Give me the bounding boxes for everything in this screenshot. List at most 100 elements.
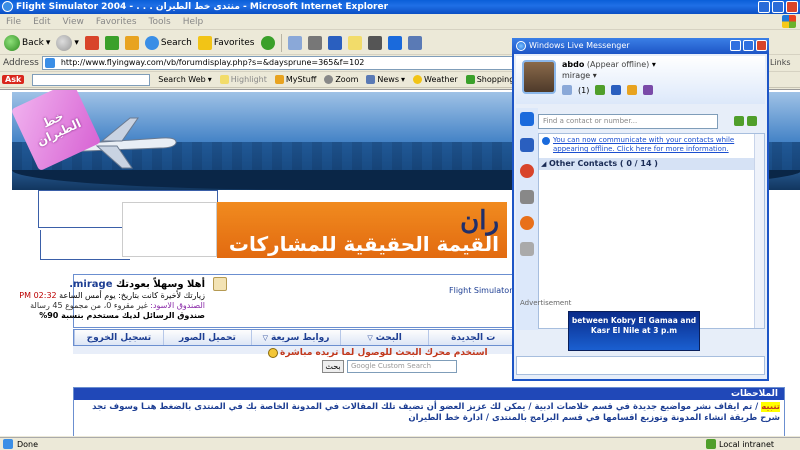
sort-icon[interactable]	[747, 116, 757, 126]
favorites-button[interactable]: Favorites	[197, 33, 255, 53]
display-name-line[interactable]: abdo (Appear offline) ▾	[562, 60, 656, 69]
spaces-icon[interactable]	[595, 85, 606, 95]
user-avatar[interactable]	[213, 277, 227, 291]
inbox-link[interactable]: الصندوق الاسود:	[148, 301, 205, 310]
tab-icon[interactable]	[520, 242, 534, 256]
tab-icon[interactable]	[520, 164, 534, 178]
forum-logo-text: خط الطيران	[34, 108, 84, 149]
username-link[interactable]: mirage.	[69, 279, 112, 290]
promo-banner[interactable]: ران القيمة الحقيقية للمشاركات	[217, 202, 507, 258]
mail-icon[interactable]	[287, 35, 302, 50]
search-icon	[144, 35, 159, 50]
contact-group-label: Other Contacts ( 0 / 14 )	[549, 159, 658, 168]
zone-text: Local intranet	[719, 439, 775, 449]
welcome-line: أهلا وسهلاً بعودتك mirage.	[69, 279, 205, 290]
weather-button[interactable]: Weather	[413, 75, 458, 84]
maximize-button[interactable]	[743, 40, 754, 51]
shopping-label: Shopping	[476, 75, 515, 84]
search-web-button[interactable]: Search Web ▾	[158, 75, 211, 84]
menu-edit[interactable]: Edit	[33, 17, 50, 27]
news-button[interactable]: News ▾	[366, 75, 405, 84]
news-icon[interactable]	[611, 85, 622, 95]
find-contact-input[interactable]: Find a contact or number...	[538, 114, 718, 129]
ie-titlebar: Flight Simulator 2004 - . . . منتدى خط ا…	[0, 0, 800, 14]
print-icon[interactable]	[307, 35, 322, 50]
close-button[interactable]	[786, 1, 798, 13]
nav-upload-label: تحميل الصور	[178, 332, 236, 343]
search-submit-button[interactable]: بحث	[322, 360, 344, 373]
chevron-down-icon[interactable]: ▾	[74, 38, 79, 48]
tab-icon[interactable]	[520, 190, 534, 204]
forward-button[interactable]: ▾	[56, 33, 79, 53]
refresh-icon[interactable]	[104, 35, 119, 50]
advertisement-banner[interactable]: between Kobry El Gamaa and Kasr El Nile …	[568, 311, 700, 351]
forum-title[interactable]: Flight Simulator	[449, 286, 512, 295]
paintbrush-icon[interactable]	[643, 85, 654, 95]
messenger-bottom-search[interactable]	[516, 356, 765, 375]
back-button[interactable]: Back ▾	[4, 33, 50, 53]
minimize-button[interactable]	[758, 1, 770, 13]
offline-info-link[interactable]: You can now communicate with your contac…	[541, 136, 761, 154]
highlight-button[interactable]: Highlight	[219, 75, 267, 84]
minimize-button[interactable]	[730, 40, 741, 51]
presence-status: (Appear offline)	[586, 60, 650, 69]
nav-logout[interactable]: تسجيل الخروج	[74, 330, 163, 345]
address-label: Address	[3, 58, 39, 68]
menu-tools[interactable]: Tools	[149, 17, 171, 27]
display-name: abdo	[562, 60, 585, 69]
avatar[interactable]	[522, 60, 556, 94]
stop-icon[interactable]	[84, 35, 99, 50]
contact-list: You can now communicate with your contac…	[538, 133, 765, 329]
maximize-button[interactable]	[772, 1, 784, 13]
tab-icon[interactable]	[520, 216, 534, 230]
nav-upload-images[interactable]: تحميل الصور	[162, 330, 252, 345]
nav-search[interactable]: البحث ▽	[339, 330, 429, 345]
links-label[interactable]: Links	[770, 58, 791, 67]
inbox-text: غير مقروء 0، من مجموع 45 رسالة	[30, 301, 148, 310]
nav-quick-links-label: روابط سريعة	[271, 332, 330, 343]
advertisement-label: Advertisement	[520, 299, 572, 307]
note-icon[interactable]	[347, 35, 362, 50]
page-icon	[3, 439, 13, 449]
search-button[interactable]: Search	[144, 33, 192, 53]
menu-help[interactable]: Help	[183, 17, 204, 27]
messenger-profile-icons: (1)	[562, 85, 654, 95]
contacts-icon[interactable]	[627, 85, 638, 95]
mail-icon[interactable]	[562, 85, 572, 95]
kazaa-icon[interactable]	[367, 35, 382, 50]
address-input[interactable]: http://www.flyingway.com/vb/forumdisplay…	[41, 56, 544, 70]
close-button[interactable]	[756, 40, 767, 51]
ask-search-input[interactable]	[32, 73, 151, 86]
menu-favorites[interactable]: Favorites	[96, 17, 137, 27]
messenger-icon[interactable]	[387, 35, 402, 50]
zoom-button[interactable]: Zoom	[324, 75, 358, 84]
google-search-input[interactable]: Google Custom Search	[347, 360, 457, 373]
home-icon[interactable]	[124, 35, 139, 50]
menu-view[interactable]: View	[63, 17, 84, 27]
add-contact-icon[interactable]	[734, 116, 744, 126]
find-contact-actions	[734, 116, 757, 126]
chevron-down-icon: ▽	[262, 333, 269, 342]
last-visit-text: زيارتك لأخيرة كانت بتاريخ: يوم أمس الساع…	[56, 291, 205, 300]
tools-icon[interactable]	[407, 35, 422, 50]
banner-line2: القيمة الحقيقية للمشاركات	[228, 232, 499, 256]
info-icon	[542, 137, 550, 145]
personal-message[interactable]: mirage ▾	[562, 71, 597, 80]
menu-file[interactable]: File	[6, 17, 21, 27]
contact-group-other[interactable]: ◢ Other Contacts ( 0 / 14 )	[539, 158, 764, 170]
notes-box: الملاحظات تنبيه / تم ايقاف نشر مواضيع جد…	[73, 387, 785, 436]
highlight-icon	[219, 75, 229, 84]
ie-logo-icon	[2, 1, 13, 12]
ask-logo[interactable]: Ask	[2, 75, 25, 84]
nav-new-posts[interactable]: ت الجديدة	[428, 330, 517, 345]
mystuff-button[interactable]: MyStuff	[274, 75, 316, 84]
scrollbar[interactable]	[754, 134, 764, 328]
nav-new-posts-label: ت الجديدة	[451, 332, 496, 343]
contacts-icon[interactable]	[520, 112, 534, 126]
chevron-down-icon[interactable]: ▾	[46, 38, 51, 48]
tab-icon[interactable]	[520, 138, 534, 152]
highlight-label: Highlight	[230, 75, 267, 84]
history-icon[interactable]	[260, 35, 275, 50]
edit-icon[interactable]	[327, 35, 342, 50]
nav-quick-links[interactable]: روابط سريعة ▽	[251, 330, 340, 345]
